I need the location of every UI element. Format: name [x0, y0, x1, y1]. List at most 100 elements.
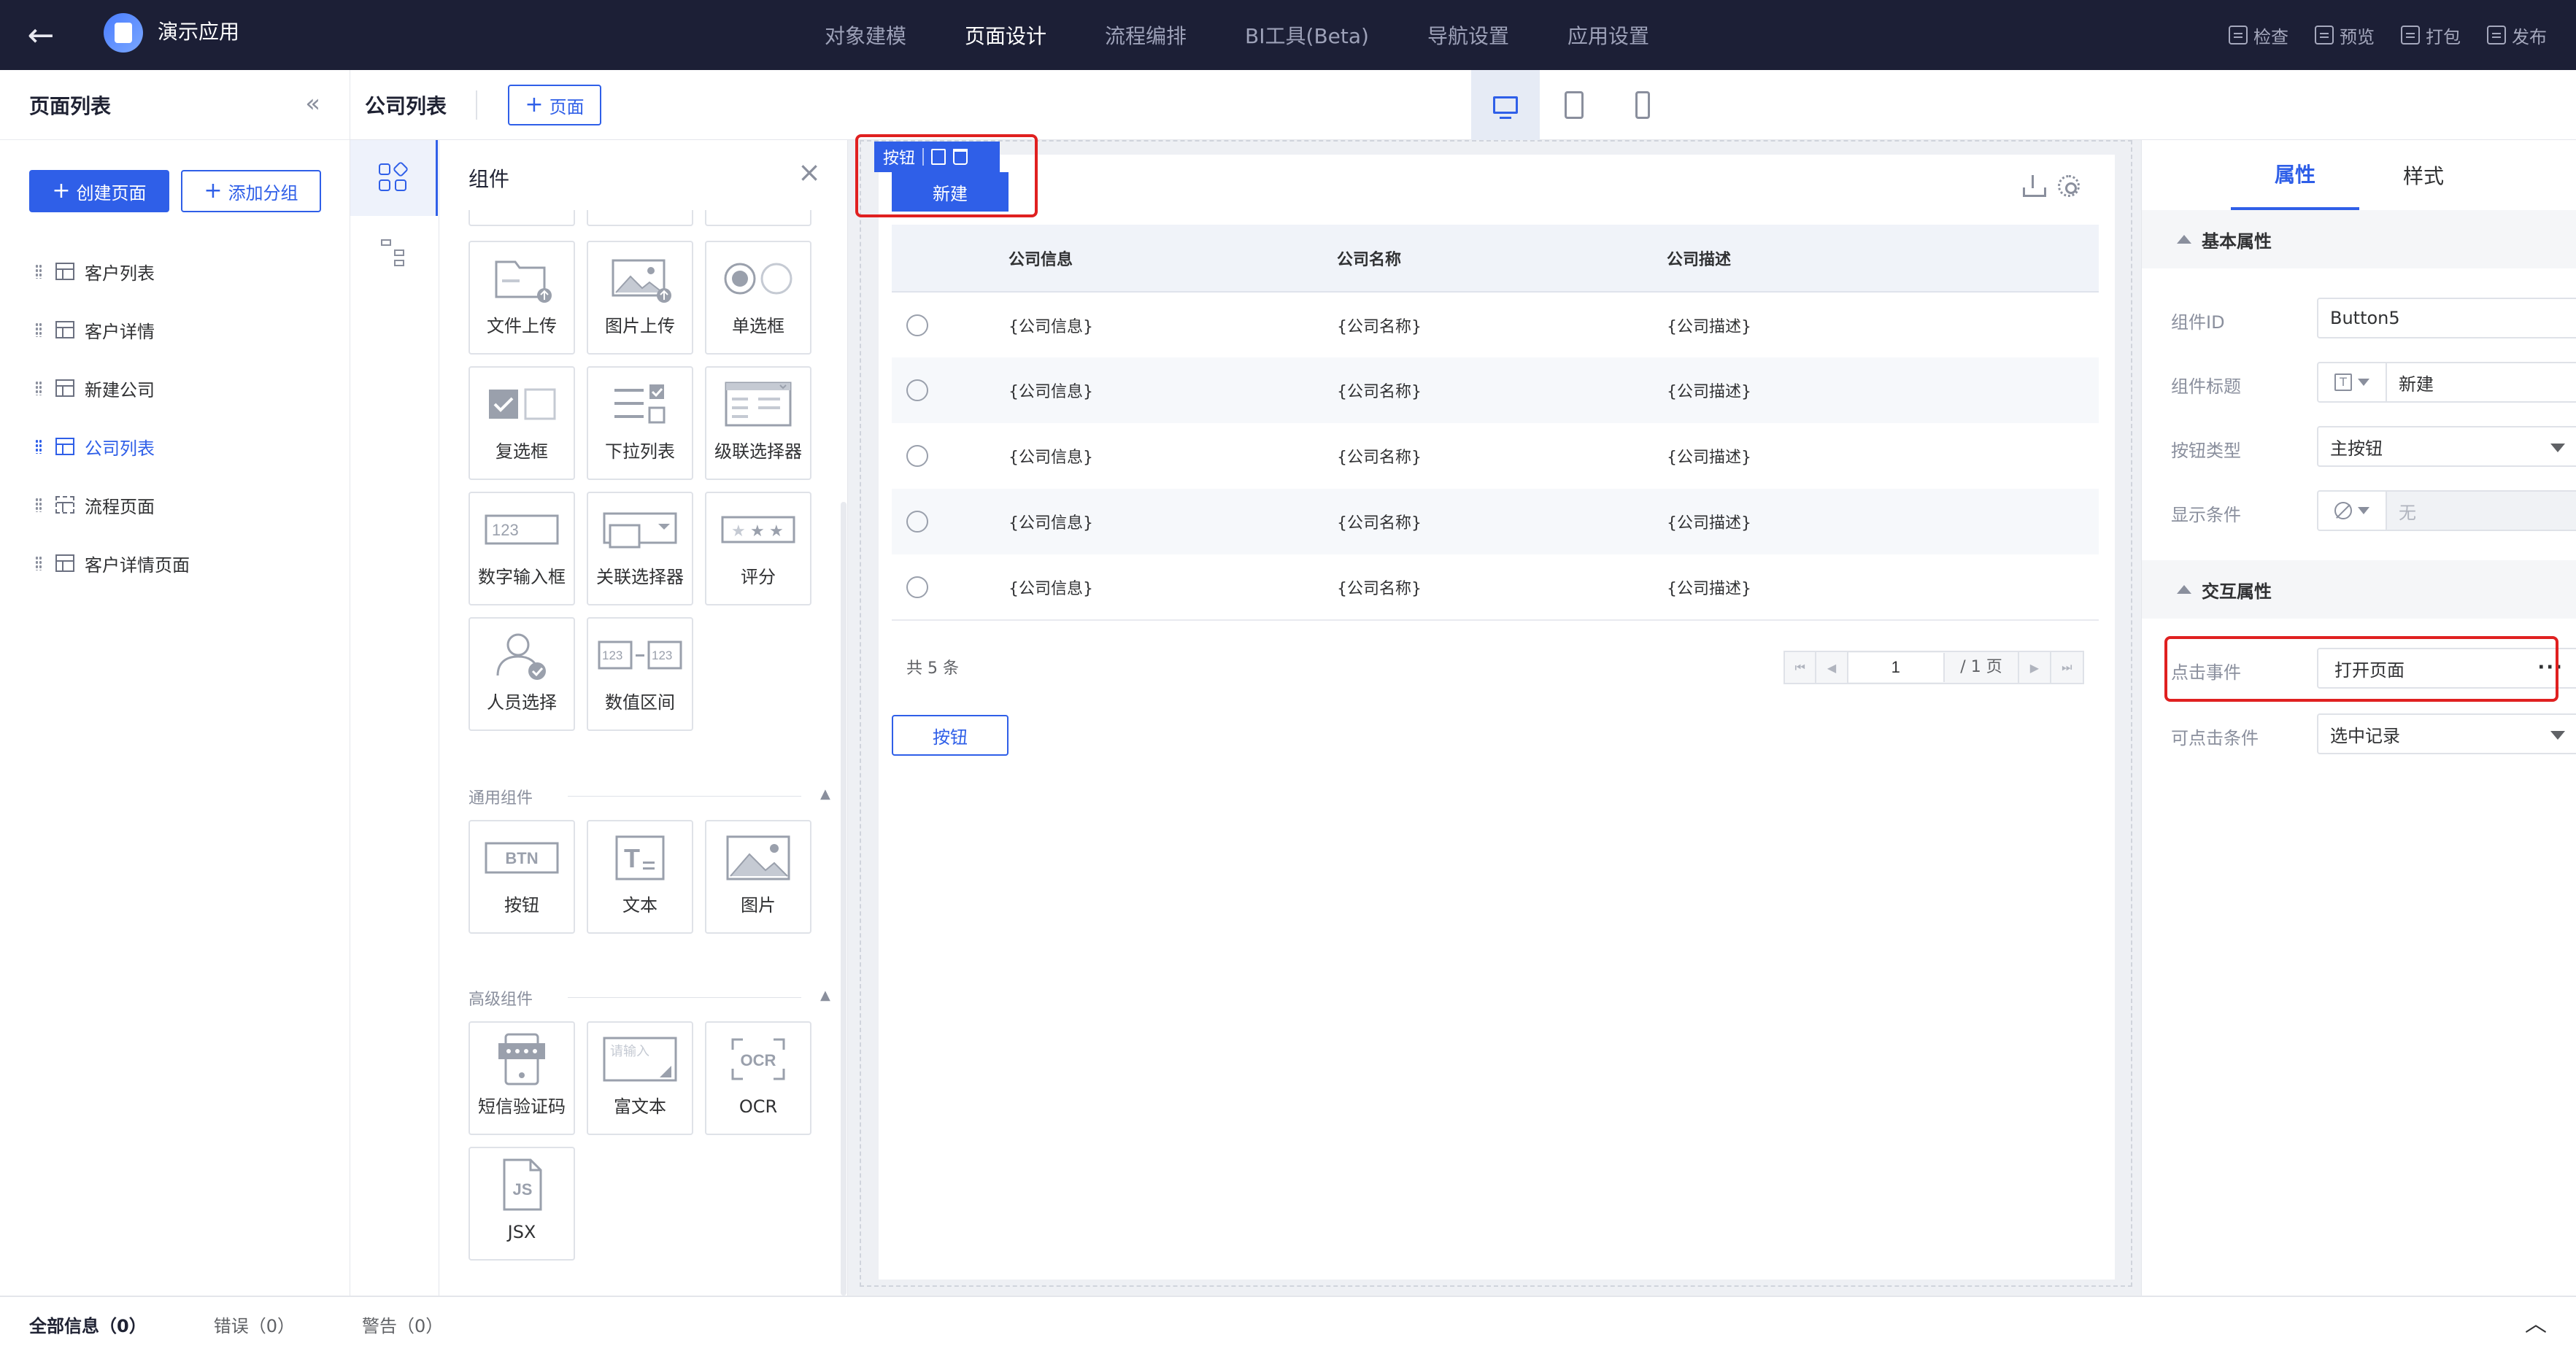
- component-card[interactable]: 级联选择器: [705, 366, 811, 480]
- component-card[interactable]: 下拉列表: [587, 366, 693, 480]
- component-card[interactable]: 图片上传: [587, 241, 693, 355]
- mobile-view-button[interactable]: [1608, 70, 1677, 140]
- interaction-properties-section[interactable]: 交互属性: [2142, 560, 2576, 619]
- outline-tree-tab[interactable]: [350, 216, 438, 292]
- highlight-box: [2164, 636, 2558, 702]
- download-icon[interactable]: [2023, 175, 2046, 197]
- preview-button[interactable]: 预览: [2315, 23, 2375, 48]
- publish-button[interactable]: 发布: [2487, 23, 2547, 48]
- divider: [568, 997, 801, 998]
- component-card[interactable]: 文件上传: [468, 241, 575, 355]
- drag-handle-icon[interactable]: [35, 498, 42, 512]
- add-group-button[interactable]: + 添加分组: [181, 170, 321, 212]
- basic-properties-section[interactable]: 基本属性: [2142, 210, 2576, 268]
- table-row: {公司信息} {公司名称} {公司描述}: [892, 554, 2099, 621]
- canvas-button[interactable]: 按钮: [892, 715, 1009, 756]
- top-nav-tab[interactable]: 流程编排: [1076, 0, 1216, 70]
- component-card[interactable]: 复选框: [468, 366, 575, 480]
- page-item[interactable]: 公司列表: [0, 417, 350, 476]
- component-card[interactable]: 123 数字输入框: [468, 492, 575, 605]
- preview-icon: [2315, 26, 2334, 44]
- next-page-icon[interactable]: ▶: [2019, 651, 2051, 684]
- all-messages-tab[interactable]: 全部信息（0）: [29, 1312, 147, 1337]
- page-item[interactable]: 流程页面: [0, 476, 350, 534]
- top-nav-tab[interactable]: 对象建模: [795, 0, 936, 70]
- component-card[interactable]: 请输入 富文本: [587, 1021, 693, 1135]
- component-card[interactable]: ★ ★ ★ 评分: [705, 492, 811, 605]
- page-item[interactable]: 客户详情: [0, 301, 350, 359]
- top-bar: ← 演示应用 对象建模 页面设计 流程编排 BI工具(Beta) 导航设置 应用设置 检查…: [0, 0, 2576, 70]
- button-type-select[interactable]: 主按钮: [2317, 426, 2576, 467]
- pagination: ⏮ ◀ / 1 页 ▶ ⏭: [1783, 651, 2084, 684]
- page-item[interactable]: 新建公司: [0, 359, 350, 417]
- collapse-up-icon[interactable]: ▲: [820, 988, 830, 1003]
- back-arrow-icon[interactable]: ←: [15, 13, 67, 57]
- components-tab[interactable]: [350, 140, 438, 216]
- text-type-selector[interactable]: T: [2318, 363, 2387, 401]
- condition-type-selector[interactable]: [2318, 492, 2387, 530]
- prev-page-icon[interactable]: ◀: [1816, 651, 1848, 684]
- component-card[interactable]: BTN 按钮: [468, 820, 575, 934]
- svg-text:T: T: [624, 843, 640, 873]
- drag-handle-icon[interactable]: [35, 381, 42, 395]
- component-card[interactable]: 图片: [705, 820, 811, 934]
- drag-handle-icon[interactable]: [35, 556, 42, 570]
- first-page-icon[interactable]: ⏮: [1785, 651, 1817, 684]
- inspect-label: 检查: [2253, 26, 2288, 47]
- desktop-icon: [1493, 96, 1518, 119]
- drag-handle-icon[interactable]: [35, 322, 42, 337]
- page-number-input[interactable]: [1848, 653, 1945, 682]
- component-title-field[interactable]: T 新建: [2317, 362, 2576, 403]
- display-condition-field[interactable]: 无: [2317, 490, 2576, 531]
- settings-gear-icon[interactable]: [2058, 175, 2080, 197]
- component-card[interactable]: 单选框: [705, 241, 811, 355]
- component-list[interactable]: 文件上传 图片上传 单选框复选框 下拉列表 级联选择器 123 数字输入框 关联选择器 ★ ★ ★ 评…: [439, 210, 847, 1296]
- warnings-tab[interactable]: 警告（0）: [362, 1312, 443, 1337]
- component-card[interactable]: 123 123 数值区间: [587, 617, 693, 731]
- row-radio[interactable]: [906, 511, 928, 533]
- top-nav-tab[interactable]: 应用设置: [1538, 0, 1678, 70]
- add-group-label: 添加分组: [228, 182, 298, 204]
- table-page-icon: [55, 438, 74, 455]
- component-card[interactable]: 人员选择: [468, 617, 575, 731]
- last-page-icon[interactable]: ⏭: [2051, 651, 2083, 684]
- top-nav-tab[interactable]: 页面设计: [936, 0, 1076, 70]
- errors-tab[interactable]: 错误（0）: [214, 1312, 295, 1337]
- component-card[interactable]: JS JSX: [468, 1147, 575, 1261]
- component-card[interactable]: OCR OCR: [705, 1021, 811, 1135]
- component-id-field[interactable]: Button5: [2317, 298, 2576, 338]
- properties-tab[interactable]: 样式: [2359, 140, 2488, 210]
- create-page-button[interactable]: + 创建页面: [29, 170, 169, 212]
- top-nav-tab[interactable]: BI工具(Beta): [1216, 0, 1398, 70]
- row-radio[interactable]: [906, 445, 928, 467]
- tablet-view-button[interactable]: [1540, 70, 1608, 140]
- add-page-button[interactable]: + 页面: [508, 85, 601, 125]
- checkbox-icon: [470, 368, 574, 441]
- inspect-button[interactable]: 检查: [2229, 23, 2288, 48]
- drag-handle-icon[interactable]: [35, 264, 42, 279]
- component-card[interactable]: 关联选择器: [587, 492, 693, 605]
- clickable-condition-select[interactable]: 选中记录: [2317, 713, 2576, 754]
- dropdown-list-icon: [588, 368, 692, 441]
- page-item[interactable]: 客户列表: [0, 242, 350, 301]
- component-card[interactable]: 短信验证码: [468, 1021, 575, 1135]
- close-icon[interactable]: ×: [798, 158, 821, 187]
- top-nav-tab[interactable]: 导航设置: [1398, 0, 1538, 70]
- collapse-double-chevron-icon[interactable]: «: [305, 89, 320, 118]
- general-section-title: 通用组件: [468, 789, 533, 808]
- select-column-header: [892, 225, 1009, 293]
- chevron-up-icon[interactable]: ︿: [2525, 1310, 2547, 1339]
- row-radio[interactable]: [906, 379, 928, 401]
- scrollbar[interactable]: [841, 502, 847, 1296]
- advanced-components-grid: 短信验证码 请输入 富文本 OCR OCR JS JSX: [468, 1021, 811, 1261]
- properties-tab[interactable]: 属性: [2231, 140, 2359, 210]
- row-radio[interactable]: [906, 576, 928, 598]
- table-page-icon: [55, 263, 74, 280]
- drag-handle-icon[interactable]: [35, 439, 42, 454]
- package-button[interactable]: 打包: [2401, 23, 2461, 48]
- row-radio[interactable]: [906, 314, 928, 336]
- page-item[interactable]: 客户详情页面: [0, 534, 350, 592]
- desktop-view-button[interactable]: [1471, 70, 1540, 140]
- component-card[interactable]: T 文本: [587, 820, 693, 934]
- collapse-up-icon[interactable]: ▲: [820, 786, 830, 802]
